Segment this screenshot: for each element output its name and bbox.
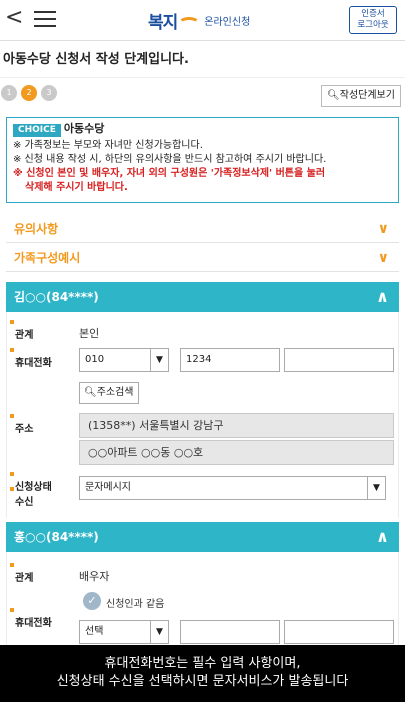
- phone-middle-input[interactable]: 1234: [180, 348, 280, 372]
- chevron-up-icon: ∧: [376, 527, 389, 546]
- member-body: 관계 배우자 ✓ 신청인과 같음 휴대전화 선택 ▼: [6, 552, 399, 645]
- accordion-label: 유의사항: [14, 222, 59, 236]
- page-title: 아동수당 신청서 작성 단계입니다.: [0, 40, 405, 78]
- relation-label: 관계: [9, 563, 33, 584]
- relation-value: 배우자: [79, 570, 110, 583]
- phone-prefix-value: 선택: [85, 626, 104, 637]
- member-body: 관계 본인 휴대전화 010 ▼ 1234 🔍︎주소검색 주소 (1358**)…: [6, 312, 399, 518]
- address-search-label: 주소검색: [96, 387, 134, 398]
- address-line2: ○○아파트 ○○동 ○○호: [79, 440, 394, 465]
- accordion-label: 가족구성예시: [14, 251, 81, 265]
- step-2: 2: [21, 85, 37, 101]
- certificate-logout-button[interactable]: 인증서 로그아웃: [349, 6, 397, 34]
- accordion-notes[interactable]: 유의사항 ∨: [6, 216, 399, 243]
- notice-warning: 삭제해 주시기 바랍니다.: [25, 182, 128, 193]
- back-icon[interactable]: <: [5, 6, 23, 30]
- same-as-applicant-checkbox[interactable]: ✓: [83, 592, 101, 610]
- caption-line1: 휴대전화번호는 필수 입력 사항이며,: [104, 656, 301, 671]
- notice-title: 아동수당: [63, 122, 105, 135]
- chevron-down-icon: ▼: [367, 477, 385, 499]
- member-name: 홍○○(84****): [14, 530, 99, 544]
- address-label: 주소: [9, 414, 33, 435]
- notice-line: ※ 신청 내용 작성 시, 하단의 유의사항을 반드시 참고하여 주시기 바랍니…: [13, 154, 327, 165]
- phone-label: 휴대전화: [10, 348, 52, 369]
- phone-prefix-select[interactable]: 010 ▼: [79, 348, 169, 372]
- logo-swirl-icon: [178, 16, 201, 31]
- step-indicator: 1 2 3: [1, 85, 61, 101]
- choice-badge: CHOICE: [13, 124, 61, 137]
- phone-last-input[interactable]: [284, 620, 394, 644]
- notice-line: ※ 가족정보는 부모와 자녀만 신청가능합니다.: [13, 140, 203, 151]
- chevron-up-icon: ∧: [376, 287, 389, 306]
- logout-line1: 인증서: [361, 9, 385, 19]
- phone-label: 휴대전화: [10, 608, 52, 629]
- same-as-applicant-label: 신청인과 같음: [106, 599, 165, 610]
- view-steps-label: 작성단계보기: [339, 90, 395, 101]
- logout-line2: 로그아웃: [357, 20, 389, 30]
- caption-line2: 신청상태 수신을 선택하시면 문자서비스가 발송됩니다: [56, 674, 349, 689]
- phone-prefix-value: 010: [85, 354, 105, 365]
- logo-brand: 복지: [148, 13, 178, 33]
- status-label-line1: 신청상태: [10, 472, 52, 493]
- menu-icon[interactable]: [34, 11, 56, 27]
- phone-middle-input[interactable]: [180, 620, 280, 644]
- chevron-down-icon: ∨: [377, 250, 389, 266]
- relation-value: 본인: [79, 327, 100, 340]
- search-icon: 🔍︎: [84, 387, 97, 398]
- view-steps-button[interactable]: 🔍︎작성단계보기: [321, 85, 401, 107]
- chevron-down-icon: ▼: [150, 621, 168, 643]
- address-line1: (1358**) 서울특별시 강남구: [79, 413, 394, 438]
- step-1: 1: [1, 85, 17, 101]
- status-receive-value: 문자메시지: [85, 482, 131, 493]
- notice-warning: ※ 신청인 본인 및 배우자, 자녀 외의 구성원은 '가족정보삭제' 버튼을 …: [13, 168, 326, 179]
- logo[interactable]: 복지 온라인신청: [148, 8, 250, 33]
- top-bar: < 복지 온라인신청 인증서 로그아웃: [0, 0, 405, 40]
- relation-label: 관계: [9, 320, 33, 341]
- caption-overlay: 휴대전화번호는 필수 입력 사항이며, 신청상태 수신을 선택하시면 문자서비스…: [0, 645, 405, 702]
- accordion-family-example[interactable]: 가족구성예시 ∨: [6, 245, 399, 272]
- chevron-down-icon: ▼: [150, 349, 168, 371]
- address-search-button[interactable]: 🔍︎주소검색: [79, 382, 139, 404]
- step-3: 3: [41, 85, 57, 101]
- notice-box: CHOICE 아동수당 ※ 가족정보는 부모와 자녀만 신청가능합니다. ※ 신청…: [6, 117, 399, 203]
- phone-last-input[interactable]: [284, 348, 394, 372]
- search-icon: 🔍︎: [327, 90, 340, 101]
- status-label-line2: 수신: [9, 487, 33, 508]
- chevron-down-icon: ∨: [377, 221, 389, 237]
- member-header[interactable]: 홍○○(84****) ∧: [6, 522, 399, 552]
- member-header[interactable]: 김○○(84****) ∧: [6, 282, 399, 312]
- phone-prefix-select[interactable]: 선택 ▼: [79, 620, 169, 644]
- member-name: 김○○(84****): [14, 290, 99, 304]
- logo-subtitle: 온라인신청: [204, 17, 251, 28]
- status-receive-select[interactable]: 문자메시지 ▼: [79, 476, 386, 500]
